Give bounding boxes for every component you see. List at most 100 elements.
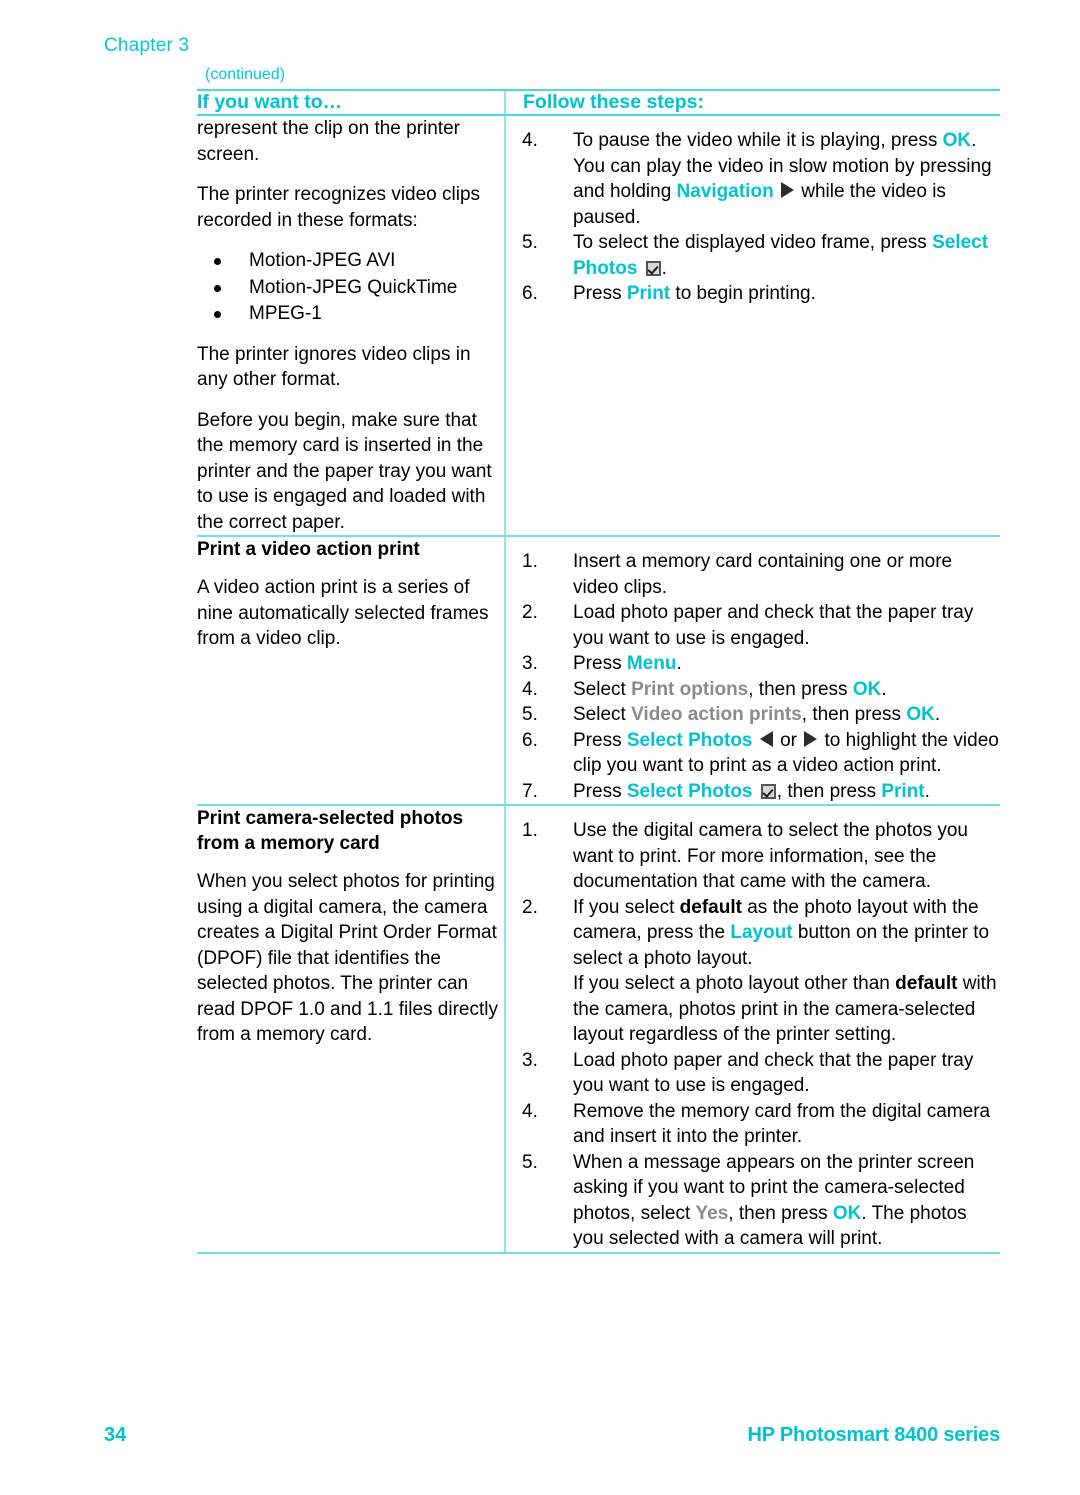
menu-option-name: Yes [695,1202,729,1224]
step-text: , then press [728,1202,833,1224]
description-paragraph: Before you begin, make sure that the mem… [197,409,492,533]
format-list: Motion-JPEG AVI Motion-JPEG QuickTime MPEG… [197,248,504,327]
step-item: 2. If you select default as the photo lay… [516,895,1000,1048]
table-cell-description: Print camera-selected photos from a memo… [197,805,505,1254]
description-paragraph: The printer recognizes video clips recor… [197,184,481,231]
step-item: 1. Use the digital camera to select the p… [516,818,1000,895]
column-header-if-you-want-to: If you want to… [197,89,505,116]
step-text: , then press [801,704,907,725]
description-paragraph: A video action print is a series of nine… [197,577,489,649]
step-number: 6. [522,283,538,304]
step-number: 6. [522,729,538,751]
menu-option-name: Video action prints [631,704,802,725]
step-item: 3. Press Menu. [516,651,1000,677]
step-text [774,181,779,202]
step-text: Select [573,678,632,700]
ui-control-name: Menu [626,653,677,674]
table-cell-steps: 1. Use the digital camera to select the p… [504,805,1000,1254]
step-text: . [661,257,667,279]
list-item: Motion-JPEG QuickTime [197,275,504,301]
table-cell-steps: 4. To pause the video while it is playing… [504,115,1000,537]
table-row: represent the clip on the printer screen… [197,115,1000,537]
step-text: , then press [748,678,853,700]
step-text: or [774,729,803,751]
step-text: To select the displayed video frame, pre… [573,232,933,253]
step-text: . [924,780,930,802]
continued-label: (continued) [205,66,286,83]
step-item: 5. When a message appears on the printer … [516,1150,1000,1252]
step-item: 3. Load photo paper and check that the pa… [516,1048,1000,1099]
step-number: 3. [522,1049,538,1071]
step-number: 2. [522,896,538,918]
table-row: Print camera-selected photos from a memo… [197,805,1000,1254]
step-item: 6. Press Print to begin printing. [516,281,1000,307]
column-header-follow-these-steps: Follow these steps: [504,89,1000,116]
step-text: Press [573,653,627,674]
task-subheading: Print camera-selected photos from a memo… [197,808,464,854]
description-paragraph: The printer ignores video clips in any o… [197,343,471,391]
step-text [753,730,758,751]
step-text: Load photo paper and check that the pape… [573,1049,974,1097]
ui-control-name: Print [881,780,925,802]
footer-product-name: HP Photosmart 8400 series [747,1424,1000,1446]
step-text: Press [573,780,627,802]
step-item: 4. Remove the memory card from the digita… [516,1099,1000,1150]
table-cell-description: represent the clip on the printer screen… [197,115,505,537]
bullet-dot-icon [214,284,221,292]
step-text: If you select [573,896,680,918]
step-number: 5. [522,704,538,725]
step-number: 2. [522,602,538,623]
ui-control-name: OK [832,1202,862,1224]
list-item: Motion-JPEG AVI [197,248,504,274]
step-number: 3. [522,653,538,674]
step-text: Remove the memory card from the digital … [573,1100,991,1148]
chapter-label: Chapter 3 [104,35,190,56]
table-row: Print a video action print A video action… [197,536,1000,806]
table-header-row: If you want to… Follow these steps: [197,89,1000,116]
step-text: , then press [776,780,882,802]
step-text: To pause the video while it is playing, … [573,130,943,151]
step-number: 7. [522,780,538,802]
step-item: 4. Select Print options, then press OK. [516,677,1000,703]
step-list: 4. To pause the video while it is playing… [516,128,1000,307]
checkbox-checked-icon [645,260,661,276]
step-text: . [676,653,682,674]
step-text: to begin printing. [670,283,816,304]
table-cell-steps: 1. Insert a memory card containing one or… [504,536,1000,806]
description-paragraph: represent the clip on the printer screen… [197,118,460,165]
step-item: 5. Select Video action prints, then press… [516,702,1000,728]
bullet-dot-icon [214,311,221,318]
description-paragraph: When you select photos for printing usin… [197,871,498,1045]
step-number: 1. [522,820,538,841]
step-text: . [881,678,887,700]
step-number: 4. [522,130,538,151]
step-number: 1. [522,551,538,572]
step-text: Press [573,283,627,304]
step-text: Select [573,704,632,725]
ui-control-name: Print [626,283,671,304]
step-text: Press [573,729,627,751]
ui-control-name: Select Photos [626,729,753,751]
step-number: 4. [522,678,538,700]
step-item: 1. Insert a memory card containing one or… [516,549,1000,600]
step-text: . [934,704,941,725]
list-item-label: Motion-JPEG QuickTime [249,276,458,298]
step-text [637,258,642,279]
document-page: Chapter 3 (continued) If you want to… Fo… [0,0,1080,1495]
triangle-right-icon [780,182,794,198]
step-text: If you select a photo layout other than [573,973,896,994]
step-text: Insert a memory card containing one or m… [573,551,953,598]
ui-control-name: OK [906,704,935,725]
list-item: MPEG-1 [197,301,504,327]
step-item: 5. To select the displayed video frame, p… [516,230,1000,281]
table-cell-description: Print a video action print A video action… [197,536,505,806]
step-text: Use the digital camera to select the pho… [573,820,969,892]
ui-control-name: Navigation [676,181,774,202]
checkbox-checked-icon [760,783,776,799]
step-list: 1. Use the digital camera to select the p… [516,818,1000,1252]
step-number: 4. [522,1100,538,1122]
triangle-left-icon [759,730,773,747]
step-item: 6. Press Select Photos or to highlight th… [516,728,1000,779]
table-body: represent the clip on the printer screen… [197,115,1000,1254]
list-item-label: MPEG-1 [249,303,322,324]
